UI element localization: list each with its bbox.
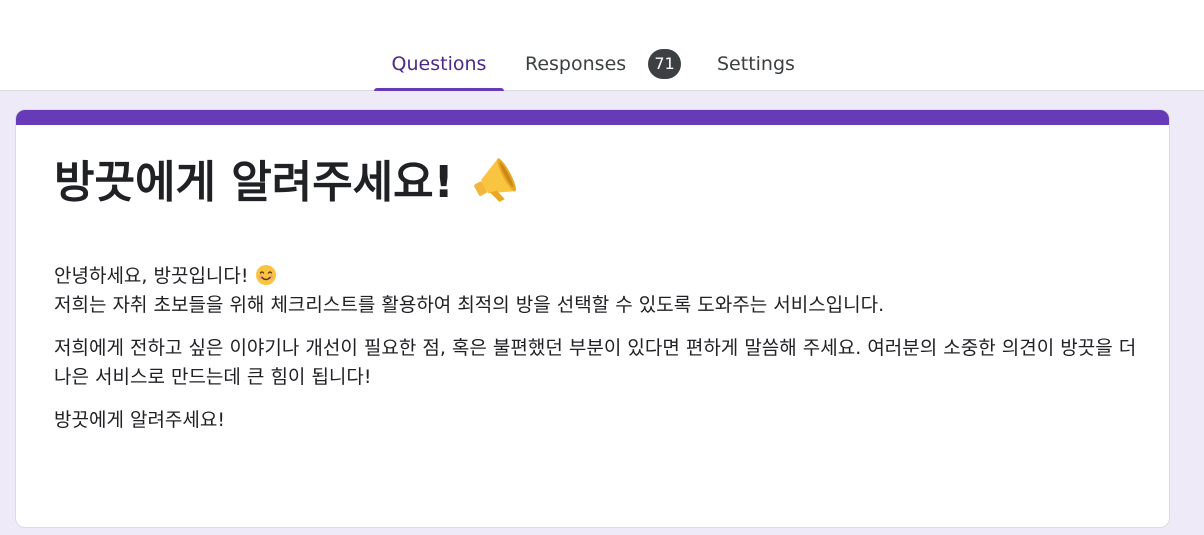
smiling-face-icon xyxy=(255,264,277,286)
form-description[interactable]: 안녕하세요, 방끗입니다! 저희는 자취 초보들을 위해 체크리스트를 활용하여… xyxy=(54,262,1144,449)
tab-responses-label: Responses xyxy=(525,53,627,75)
description-line-1: 안녕하세요, 방끗입니다! xyxy=(54,265,249,287)
description-line-2: 저희는 자취 초보들을 위해 체크리스트를 활용하여 최적의 방을 선택할 수 … xyxy=(54,294,885,316)
form-header-card[interactable]: 방끗에게 알려주세요! 안녕하세요, 방끗입니다! 저희는 자취 초보들을 위해… xyxy=(15,109,1170,528)
description-paragraph-2: 저희에게 전하고 싶은 이야기나 개선이 필요한 점, 혹은 불편했던 부분이 … xyxy=(54,337,1137,388)
card-accent-bar xyxy=(16,110,1169,125)
form-tabs: Questions Responses 71 Settings xyxy=(0,38,1204,91)
megaphone-icon xyxy=(468,155,520,207)
form-title: 방끗에게 알려주세요! xyxy=(54,157,454,208)
tab-questions[interactable]: Questions xyxy=(374,38,504,91)
responses-count-badge: 71 xyxy=(648,49,681,79)
active-tab-indicator xyxy=(374,88,504,91)
description-paragraph-3: 방끗에게 알려주세요! xyxy=(54,409,225,431)
form-title-row[interactable]: 방끗에게 알려주세요! xyxy=(54,150,520,216)
top-bar: Questions Responses 71 Settings xyxy=(0,0,1204,91)
description-paragraph-1: 안녕하세요, 방끗입니다! 저희는 자취 초보들을 위해 체크리스트를 활용하여… xyxy=(54,262,1144,320)
tab-settings-label: Settings xyxy=(717,53,795,75)
tab-questions-label: Questions xyxy=(391,53,487,75)
tab-settings[interactable]: Settings xyxy=(717,38,795,91)
